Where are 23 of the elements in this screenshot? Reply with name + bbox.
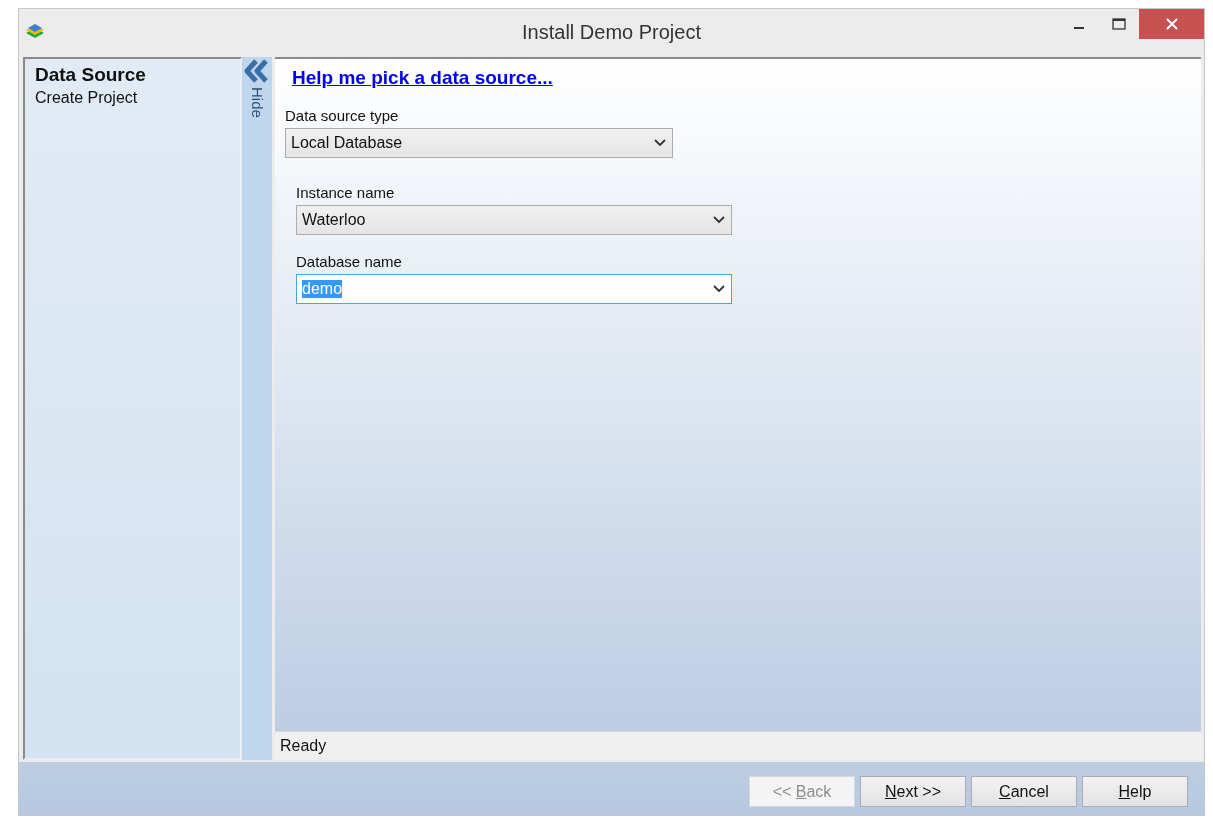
wizard-button[interactable]: Help [1082,776,1188,807]
wizard-button[interactable]: Next >> [860,776,966,807]
hide-label: Hide [248,87,266,118]
minimize-icon [1074,27,1084,29]
field-label: Data source type [285,107,399,124]
wizard-button[interactable]: Cancel [971,776,1077,807]
help-link[interactable]: Help me pick a data source... [292,67,553,89]
chevron-down-icon [713,285,725,293]
chevron-down-icon [654,139,666,147]
maximize-icon [1112,18,1126,30]
close-icon [1165,18,1178,30]
chevron-down-icon [713,216,725,224]
status-text: Ready [280,737,327,755]
step-item[interactable]: Data Source [35,63,146,86]
data-source-type-dropdown[interactable]: Local Database [285,128,673,158]
close-button[interactable] [1139,9,1204,39]
window-title: Install Demo Project [522,20,701,44]
step-item[interactable]: Create Project [35,86,138,109]
hide-panel-tab[interactable]: Hide [242,57,272,760]
instance-name-dropdown[interactable]: Waterloo [296,205,732,235]
field-label: Instance name [296,184,395,201]
double-chevron-left-icon [244,59,270,83]
field-label: Database name [296,253,402,270]
